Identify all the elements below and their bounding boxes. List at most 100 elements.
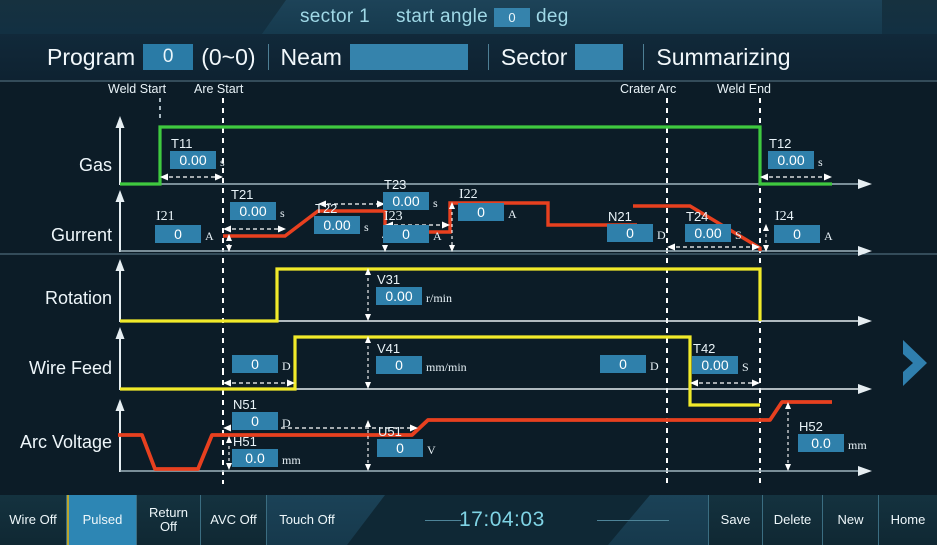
param-T22-name: T22 bbox=[315, 201, 338, 216]
param-T12[interactable]: T12 0.00 s bbox=[768, 137, 823, 169]
clock-rule-left bbox=[425, 520, 461, 521]
param-N21-value[interactable]: 0 bbox=[607, 224, 653, 242]
param-T24-value[interactable]: 0.00 bbox=[685, 224, 731, 242]
param-wire-delay-end[interactable]: 0D bbox=[600, 355, 659, 373]
header-divider-3 bbox=[643, 44, 645, 70]
param-I23-unit: A bbox=[433, 229, 442, 243]
bottom-toolbar: Wire Off Pulsed Return Off AVC Off Touch… bbox=[0, 495, 937, 545]
param-N51[interactable]: N51 0D bbox=[232, 398, 291, 430]
param-I24-value[interactable]: 0 bbox=[774, 225, 820, 243]
start-angle-unit: deg bbox=[536, 6, 569, 27]
header-divider-2 bbox=[487, 44, 489, 70]
param-T24-name: T24 bbox=[686, 209, 709, 224]
welding-sequence-screen: sector 1 start angle 0 deg Program 0 (0~… bbox=[0, 0, 937, 545]
marker-weld-end: Weld End bbox=[717, 82, 771, 96]
home-button[interactable]: Home bbox=[879, 495, 937, 545]
program-label: Program bbox=[47, 43, 136, 70]
save-button[interactable]: Save bbox=[709, 495, 763, 545]
marker-weld-start: Weld Start bbox=[108, 82, 167, 96]
marker-arc-start: Are Start bbox=[194, 82, 244, 96]
delete-button[interactable]: Delete bbox=[763, 495, 823, 545]
param-T12-value[interactable]: 0.00 bbox=[768, 151, 814, 169]
param-I24-name: I24 bbox=[775, 209, 794, 224]
new-button[interactable]: New bbox=[823, 495, 879, 545]
param-T42-name: T42 bbox=[693, 341, 716, 356]
header-top-bar: sector 1 start angle 0 deg bbox=[0, 0, 937, 34]
param-H51-name: H51 bbox=[233, 434, 257, 449]
param-I22-value[interactable]: 0 bbox=[458, 203, 504, 221]
param-H51[interactable]: H51 0.0 mm bbox=[232, 435, 301, 467]
param-T22-value[interactable]: 0.00 bbox=[314, 216, 360, 234]
next-page-chevron-icon[interactable] bbox=[897, 338, 931, 388]
param-T24-unit: S bbox=[735, 228, 742, 242]
param-N51-value[interactable]: 0 bbox=[232, 412, 278, 430]
sector-tab[interactable]: sector 1 start angle 0 deg bbox=[262, 0, 882, 34]
start-angle-label: start angle bbox=[396, 6, 489, 27]
param-N51-unit: D bbox=[282, 416, 291, 430]
param-I21[interactable]: I21 0A bbox=[155, 210, 214, 243]
param-I24-unit: A bbox=[824, 229, 833, 243]
param-wire-delay-end-unit: D bbox=[650, 359, 659, 373]
program-input[interactable]: 0 bbox=[143, 44, 194, 70]
param-U51-value[interactable]: 0 bbox=[377, 439, 423, 457]
param-I23-name: I23 bbox=[384, 209, 403, 224]
param-N51-name: N51 bbox=[233, 397, 257, 412]
return-toggle-button[interactable]: Return Off bbox=[137, 495, 201, 545]
clock-display: 17:04:03 bbox=[347, 495, 709, 545]
param-T21-unit: s bbox=[280, 206, 285, 220]
header-main-bar: Program 0 (0~0) Neam Sector Summarizing bbox=[0, 34, 937, 80]
param-H51-value[interactable]: 0.0 bbox=[232, 449, 278, 467]
param-T11[interactable]: T11 0.00 s bbox=[170, 137, 225, 169]
param-T22[interactable]: T22 0.00 s bbox=[314, 202, 369, 234]
param-T21-value[interactable]: 0.00 bbox=[230, 202, 276, 220]
param-I22[interactable]: I22 0A bbox=[458, 188, 517, 221]
start-angle-input[interactable]: 0 bbox=[494, 7, 531, 27]
param-T21[interactable]: T21 0.00 s bbox=[230, 188, 285, 220]
clock-time: 17:04:03 bbox=[459, 508, 545, 531]
param-wire-delay-end-value[interactable]: 0 bbox=[600, 355, 646, 373]
param-wire-delay-start[interactable]: 0D bbox=[232, 355, 291, 373]
param-I21-unit: A bbox=[205, 229, 214, 243]
return-button-line2: Off bbox=[159, 519, 178, 534]
row-label-arc-voltage: Arc Voltage bbox=[19, 432, 112, 452]
param-T42[interactable]: T42 0.00 S bbox=[692, 342, 749, 374]
avc-toggle-button[interactable]: AVC Off bbox=[201, 495, 267, 545]
wire-toggle-button[interactable]: Wire Off bbox=[0, 495, 67, 545]
param-I23[interactable]: I23 0A bbox=[383, 210, 442, 243]
param-N21[interactable]: N21 0D bbox=[607, 210, 666, 242]
pulsed-toggle-button[interactable]: Pulsed bbox=[67, 495, 137, 545]
param-V31-value[interactable]: 0.00 bbox=[376, 287, 422, 305]
param-U51-name: U51 bbox=[378, 424, 402, 439]
param-I23-value[interactable]: 0 bbox=[383, 225, 429, 243]
param-I21-name: I21 bbox=[156, 209, 175, 224]
header-divider-1 bbox=[267, 44, 269, 70]
param-T12-unit: s bbox=[818, 155, 823, 169]
marker-crater-arc: Crater Arc bbox=[620, 82, 677, 96]
sector-input[interactable] bbox=[575, 44, 624, 70]
param-T42-value[interactable]: 0.00 bbox=[692, 356, 738, 374]
touch-toggle-button[interactable]: Touch Off bbox=[267, 495, 347, 545]
param-V31-unit: r/min bbox=[426, 291, 452, 305]
param-V31[interactable]: V31 0.00 r/min bbox=[376, 273, 452, 305]
param-N21-unit: D bbox=[657, 228, 666, 242]
param-wire-delay-start-unit: D bbox=[282, 359, 291, 373]
param-H52[interactable]: H52 0.0 mm bbox=[798, 420, 867, 452]
param-U51-unit: V bbox=[427, 443, 436, 457]
param-I21-value[interactable]: 0 bbox=[155, 225, 201, 243]
param-T11-value[interactable]: 0.00 bbox=[170, 151, 216, 169]
param-wire-delay-start-value[interactable]: 0 bbox=[232, 355, 278, 373]
param-I22-name: I22 bbox=[459, 187, 478, 202]
param-N21-name: N21 bbox=[608, 209, 632, 224]
param-T24[interactable]: T24 0.00 S bbox=[685, 210, 742, 242]
param-U51[interactable]: U51 0V bbox=[377, 425, 436, 457]
param-T23-value[interactable]: 0.00 bbox=[383, 192, 429, 210]
param-H52-value[interactable]: 0.0 bbox=[798, 434, 844, 452]
param-V41-value[interactable]: 0 bbox=[376, 356, 422, 374]
param-I24[interactable]: I24 0A bbox=[774, 210, 833, 243]
clock-rule-right bbox=[597, 520, 669, 521]
param-V41[interactable]: V41 0 mm/min bbox=[376, 342, 467, 374]
neam-input[interactable] bbox=[349, 44, 468, 70]
row-label-gas: Gas bbox=[78, 155, 112, 175]
param-V41-unit: mm/min bbox=[426, 360, 467, 374]
param-T23[interactable]: T23 0.00 s bbox=[383, 178, 438, 210]
